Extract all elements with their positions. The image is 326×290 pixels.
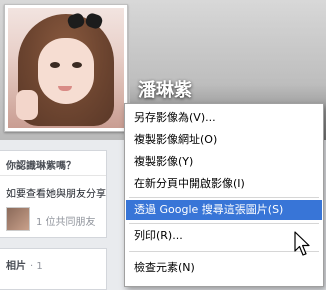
photos-title[interactable]: 相片 · 1	[6, 257, 43, 272]
menu-item-save-image-as[interactable]: 另存影像為(V)...	[126, 108, 322, 128]
profile-name[interactable]: 潘琳紫	[138, 76, 192, 102]
card-divider	[0, 175, 106, 176]
profile-picture-eye	[50, 62, 60, 68]
profile-picture-eye	[72, 62, 82, 68]
menu-item-search-google-image[interactable]: 透過 Google 搜尋這張圖片(S)	[126, 200, 322, 220]
photos-count: · 1	[30, 261, 43, 272]
menu-separator	[129, 223, 319, 224]
profile-picture[interactable]	[8, 8, 124, 128]
menu-item-open-image-new-tab[interactable]: 在新分頁中開啟影像(I)	[126, 174, 322, 194]
menu-item-copy-image-url[interactable]: 複製影像網址(O)	[126, 130, 322, 150]
photos-title-label[interactable]: 相片	[6, 261, 26, 272]
do-you-know-description: 如要查看她與朋友分享	[6, 189, 106, 200]
menu-separator	[129, 197, 319, 198]
peace-sign-hand	[16, 90, 38, 120]
hair-bow	[68, 14, 102, 30]
mutual-friends-link[interactable]: 1 位共同朋友	[36, 213, 96, 228]
profile-picture-face	[38, 38, 94, 104]
menu-item-copy-image[interactable]: 複製影像(Y)	[126, 152, 322, 172]
menu-separator	[129, 251, 319, 252]
photos-card: 相片 · 1	[0, 248, 107, 290]
mutual-friend-avatar[interactable]	[6, 207, 30, 231]
menu-item-print[interactable]: 列印(R)...	[126, 226, 322, 246]
do-you-know-title: 你認識琳紫嗎？	[6, 161, 76, 172]
do-you-know-card: 你認識琳紫嗎？ 如要查看她與朋友分享 1 位共同朋友	[0, 150, 107, 238]
profile-picture-frame[interactable]	[4, 4, 128, 132]
menu-item-inspect-element[interactable]: 檢查元素(N)	[126, 258, 322, 278]
context-menu: 另存影像為(V)... 複製影像網址(O) 複製影像(Y) 在新分頁中開啟影像(…	[124, 103, 324, 287]
cursor-arrow-icon	[294, 231, 310, 256]
